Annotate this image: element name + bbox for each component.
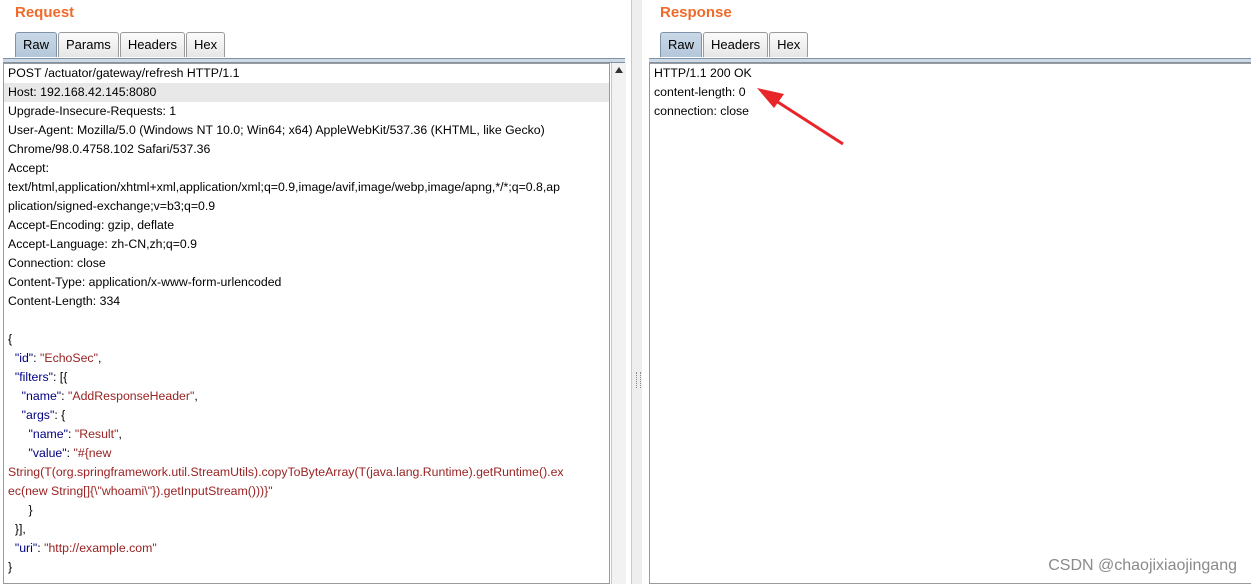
csdn-watermark: CSDN @chaojixiaojingang xyxy=(1048,557,1237,574)
red-arrow-annotation-icon xyxy=(757,88,844,146)
